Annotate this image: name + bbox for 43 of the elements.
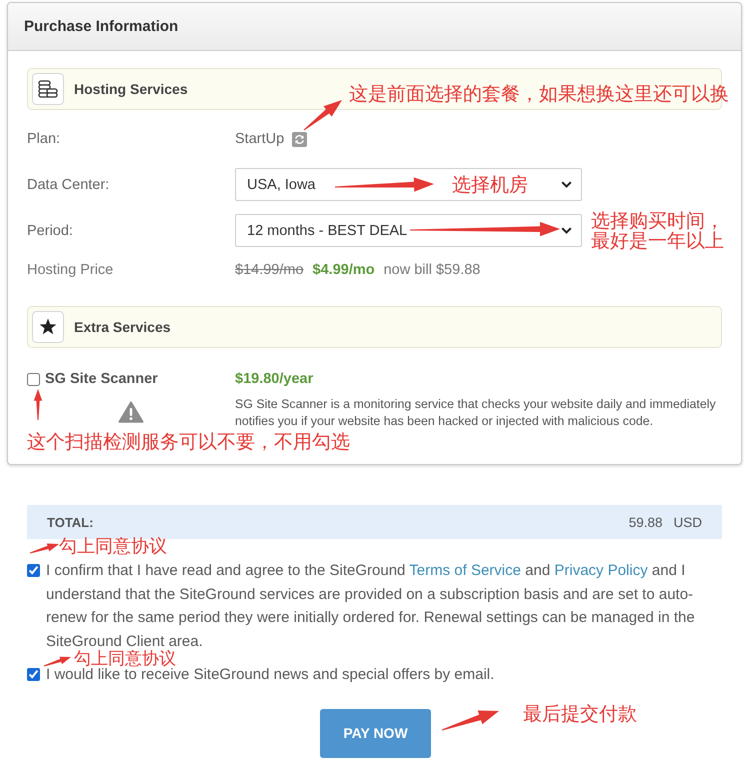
consent-text: I confirm that I have read and agree to the SiteGround Terms of Service and Privacy Policy and I understand that the SiteGround services are provided on a subscription basis and are set to auto-renew for the same period they were initially ordered for. Renewal settings can be managed in the SiteGround Client area.	[46, 561, 696, 650]
section-title: Extra Services	[74, 319, 171, 335]
refresh-icon[interactable]	[292, 132, 308, 146]
warning-icon	[118, 401, 144, 423]
chevron-down-icon	[561, 227, 572, 234]
annotation-text: 勾上同意协议	[59, 538, 167, 556]
service-name: SG Site Scanner	[45, 371, 158, 387]
text-link[interactable]: Terms of Service	[409, 562, 521, 579]
total-label: TOTAL:	[47, 514, 94, 530]
total-amount: 59.88	[628, 514, 662, 530]
field-label: Data Center:	[27, 176, 110, 192]
annotation-text: 这个扫描检测服务可以不要，不用勾选	[27, 433, 350, 452]
checkbox[interactable]	[27, 564, 40, 577]
annotation-arrow	[30, 544, 59, 554]
annotation-text: 最后提交付款	[523, 705, 637, 724]
consent-text: I would like to receive SiteGround news and special offers by email.	[46, 666, 494, 685]
annotation-text: 选择机房	[452, 176, 528, 195]
annotation-text: 选择购买时间，最好是一年以上	[591, 211, 724, 251]
dropdown-field[interactable]: 12 months - BEST DEAL	[235, 214, 582, 247]
billing-note: now bill $59.88	[384, 262, 480, 278]
pay-now-button[interactable]: PAY NOW	[320, 708, 431, 758]
field-label: Hosting Price	[27, 262, 114, 278]
service-description: SG Site Scanner is a monitoring service that checks your website daily and immediately notifies you if your website has been hacked or injected with malicious code.	[235, 396, 717, 430]
field-label: Plan:	[27, 131, 62, 147]
old-price: $14.99/mo	[235, 262, 304, 278]
field-label: Period:	[27, 222, 74, 238]
annotation-arrow	[304, 100, 342, 130]
discount-price: $4.99/mo	[312, 262, 375, 278]
annotation-arrow	[44, 656, 71, 666]
currency: USD	[673, 514, 702, 530]
coin-stack-icon	[32, 73, 64, 105]
annotation-arrow	[34, 389, 42, 420]
chevron-down-icon	[561, 181, 572, 188]
checkbox[interactable]	[27, 668, 40, 681]
service-price: $19.80/year	[235, 370, 314, 388]
section-title: Hosting Services	[74, 81, 188, 97]
annotation-arrow	[442, 710, 499, 730]
annotation-text: 这是前面选择的套餐，如果想换这里还可以换	[349, 85, 729, 104]
text-link[interactable]: Privacy Policy	[554, 562, 648, 579]
plan-name: StartUp	[235, 131, 284, 147]
checkbox[interactable]	[27, 372, 40, 386]
annotation-text: 勾上同意协议	[74, 651, 176, 668]
card-title: Purchase Information	[24, 18, 178, 35]
